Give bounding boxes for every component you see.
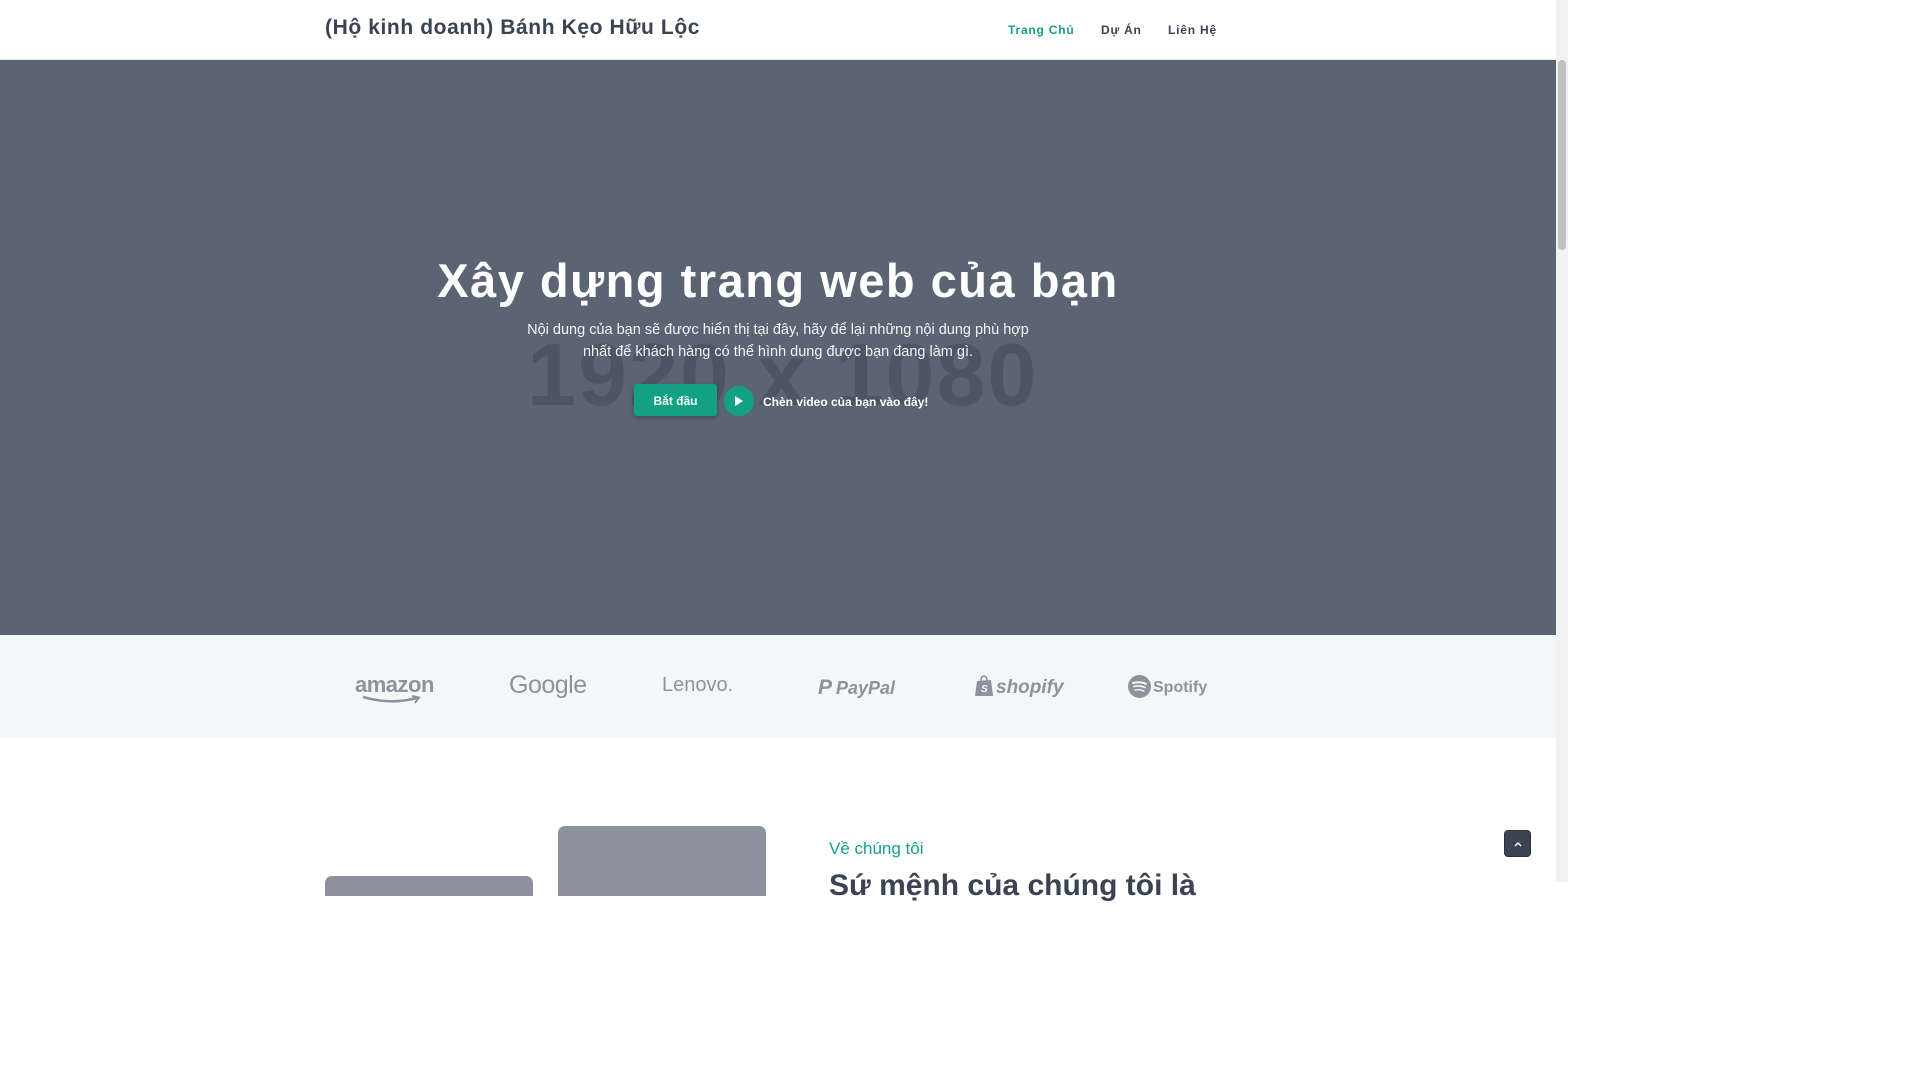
google-logo-text: Google	[509, 671, 587, 699]
play-icon	[735, 396, 743, 406]
shopify-logo: S shopify	[974, 675, 1064, 703]
nav-item-home[interactable]: Trang Chủ	[1008, 23, 1075, 37]
nav-item-projects[interactable]: Dự Án	[1101, 23, 1142, 37]
about-image-card	[558, 826, 766, 896]
about-section: Về chúng tôi Sứ mệnh của chúng tôi là	[0, 738, 1556, 902]
video-link-text[interactable]: Chèn video của bạn vào đây!	[763, 395, 928, 409]
about-heading: Sứ mệnh của chúng tôi là	[829, 869, 1196, 902]
hero-subtitle: Nội dung của bạn sẽ được hiển thị tại đâ…	[527, 322, 1029, 360]
paypal-logo-text: PayPal	[836, 678, 896, 698]
spotify-logo: Spotify	[1128, 675, 1207, 703]
svg-text:S: S	[981, 684, 988, 695]
nav-item-contact[interactable]: Liên Hệ	[1168, 23, 1217, 37]
about-label: Về chúng tôi	[829, 839, 924, 858]
shopify-logo-text: shopify	[996, 677, 1064, 698]
paypal-mark-icon: P	[818, 676, 833, 699]
hero-section: 1920 x 1080 Xây dựng trang web của bạn N…	[0, 60, 1556, 635]
chevron-up-icon	[1514, 842, 1522, 847]
paypal-logo: P PayPal	[818, 676, 895, 704]
main-nav: Trang Chủ Dự Án Liên Hệ	[0, 23, 1556, 39]
about-image-card	[325, 876, 533, 896]
page-scrollbar[interactable]	[1556, 0, 1568, 882]
shopify-bag-icon: S	[975, 675, 993, 696]
google-logo: Google	[509, 671, 587, 699]
partner-logos: amazon Google Lenovo. P PayPal S shopify …	[0, 635, 1556, 738]
lenovo-logo-text: Lenovo.	[662, 674, 734, 696]
lenovo-logo: Lenovo.	[662, 674, 733, 702]
amazon-logo-text: amazon	[355, 672, 434, 697]
play-video-button[interactable]	[724, 386, 754, 416]
hero-title: Xây dựng trang web của bạn	[437, 254, 1119, 307]
spotify-logo-text: Spotify	[1153, 679, 1208, 696]
start-button[interactable]: Bắt đầu	[634, 384, 717, 416]
amazon-logo: amazon	[355, 672, 434, 704]
scroll-to-top-button[interactable]	[1504, 830, 1531, 857]
scrollbar-thumb[interactable]	[1558, 60, 1566, 250]
site-header: (Hộ kinh doanh) Bánh Kẹo Hữu Lộc Trang C…	[0, 0, 1556, 60]
amazon-smile-icon	[362, 695, 421, 704]
spotify-disc-icon	[1128, 675, 1151, 698]
